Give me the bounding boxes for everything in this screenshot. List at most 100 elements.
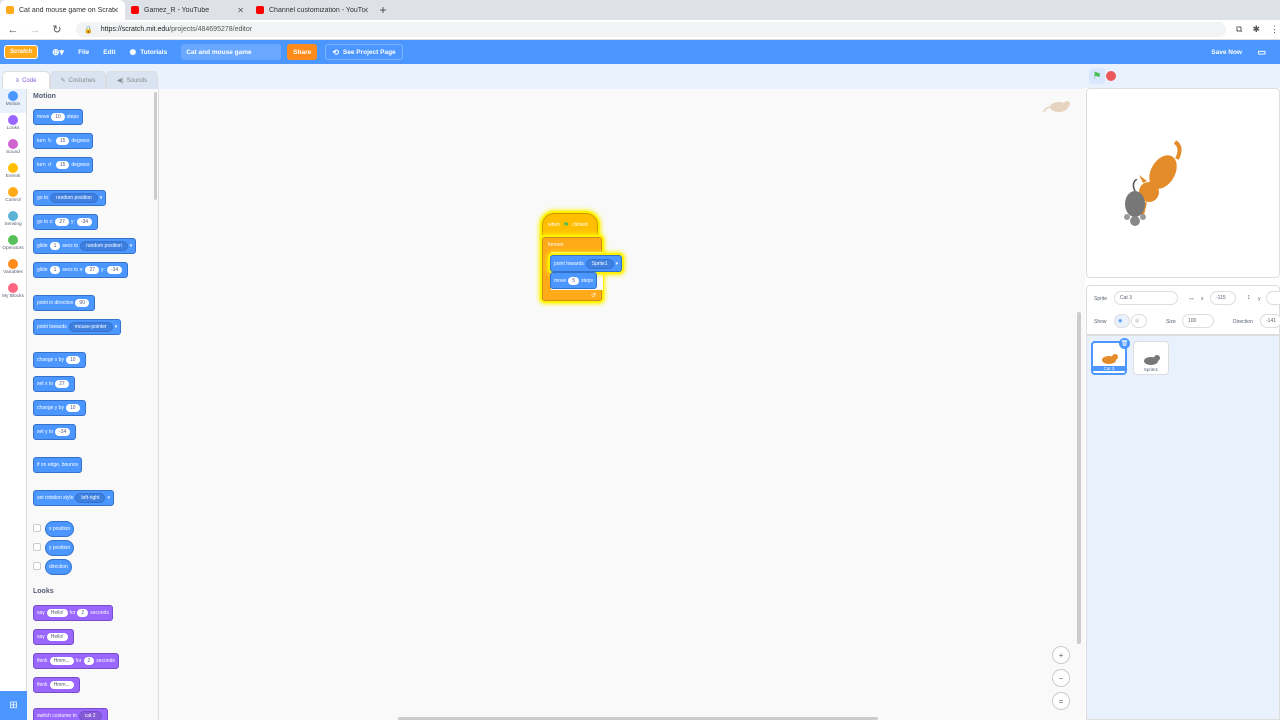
block-dropdown[interactable]: mouse-pointer — [68, 322, 113, 332]
reporter-x-position[interactable]: x position — [45, 521, 75, 537]
block-input[interactable]: 1 — [49, 266, 61, 274]
new-tab-button[interactable]: + — [375, 0, 391, 20]
file-menu[interactable]: File — [78, 49, 89, 56]
tab-code[interactable]: ≡ Code — [2, 71, 50, 89]
block-input[interactable]: Hello! — [46, 633, 68, 641]
block-input[interactable]: Hmm... — [49, 657, 74, 665]
block-input[interactable]: 2 — [77, 609, 89, 617]
extension-icon[interactable]: ⧉ — [1236, 24, 1242, 35]
show-hidden-button[interactable]: ◎ — [1131, 314, 1147, 328]
block-input[interactable]: 10 — [51, 113, 65, 121]
block-glide-xy[interactable]: glide 1 secs to x: 27 y: -34 — [33, 262, 129, 278]
see-project-page-button[interactable]: ⟲ See Project Page — [325, 44, 403, 60]
reporter-direction[interactable]: direction — [45, 559, 72, 575]
sprite-tile-sprite1[interactable]: Sprite1 — [1133, 341, 1169, 375]
block-bounce[interactable]: if on edge, bounce — [33, 457, 83, 473]
reporter-y-position[interactable]: y position — [45, 540, 75, 556]
block-input[interactable]: 1 — [49, 242, 61, 250]
category-events[interactable]: Events — [0, 161, 26, 185]
block-dropdown[interactable]: cat 2 — [78, 711, 102, 720]
direction-checkbox[interactable] — [33, 562, 41, 570]
add-extension-button[interactable]: ⊞ — [0, 691, 27, 720]
zoom-in-button[interactable]: + — [1052, 646, 1070, 664]
block-point-towards[interactable]: point towards mouse-pointer ▾ — [33, 319, 122, 335]
y-field[interactable] — [1266, 291, 1280, 305]
block-think[interactable]: think Hmm... — [33, 677, 80, 693]
close-icon[interactable]: ✕ — [362, 6, 369, 15]
block-set-y[interactable]: set y to -34 — [33, 424, 77, 440]
share-button[interactable]: Share — [287, 44, 318, 60]
palette-scrollbar[interactable] — [154, 92, 157, 200]
browser-tab-youtube-1[interactable]: Gamez_R - YouTube ✕ — [125, 0, 250, 20]
category-sound[interactable]: Sound — [0, 137, 26, 161]
block-input[interactable]: -34 — [106, 266, 123, 274]
forward-arrow-icon[interactable]: → — [26, 24, 44, 36]
block-point-direction[interactable]: point in direction 90 — [33, 295, 95, 311]
puzzle-icon[interactable]: ✱ — [1252, 24, 1260, 35]
block-rotation-style[interactable]: set rotation style left-right ▾ — [33, 490, 114, 506]
point-towards-block[interactable]: point towards Sprite1 ▾ — [550, 255, 623, 272]
back-arrow-icon[interactable]: ← — [4, 24, 22, 36]
block-goto[interactable]: go to random position ▾ — [33, 190, 107, 206]
zoom-reset-button[interactable]: = — [1052, 692, 1070, 710]
scratch-logo[interactable]: Scratch — [4, 45, 38, 59]
category-variables[interactable]: Variables — [0, 257, 26, 281]
block-input[interactable]: 15 — [55, 161, 70, 169]
x-field[interactable]: -115 — [1210, 291, 1236, 305]
category-looks[interactable]: Looks — [0, 113, 26, 137]
tutorials-menu[interactable]: ✺ Tutorials — [130, 48, 168, 57]
block-think-for[interactable]: think Hmm... for 2 seconds — [33, 653, 119, 669]
block-set-x[interactable]: set x to 27 — [33, 376, 75, 392]
block-change-x[interactable]: change x by 10 — [33, 352, 86, 368]
block-dropdown[interactable]: random position — [50, 193, 98, 203]
block-input[interactable]: Hello! — [46, 609, 68, 617]
workspace-vertical-scrollbar[interactable] — [1077, 312, 1081, 644]
kebab-menu-icon[interactable]: ⋮ — [1270, 24, 1279, 35]
direction-field[interactable]: -141 — [1260, 314, 1280, 328]
block-input[interactable]: 27 — [85, 266, 100, 274]
block-turn-left[interactable]: turn ↺ 15 degrees — [33, 157, 94, 173]
block-input[interactable]: 27 — [55, 380, 69, 388]
url-field[interactable]: 🔒 https://scratch.mit.edu/projects/48469… — [76, 22, 1226, 37]
block-input[interactable]: -34 — [55, 428, 71, 436]
when-flag-clicked-block[interactable]: when ⚑ clicked — [542, 213, 598, 237]
block-dropdown[interactable]: left-right — [75, 493, 106, 503]
category-control[interactable]: Control — [0, 185, 26, 209]
close-icon[interactable]: ✕ — [112, 6, 119, 15]
block-input[interactable]: 10 — [65, 404, 80, 412]
category-my-blocks[interactable]: My Blocks — [0, 281, 26, 305]
stage-canvas[interactable] — [1086, 88, 1280, 278]
block-input[interactable]: Hmm... — [49, 681, 74, 689]
category-motion[interactable]: Motion — [0, 89, 26, 113]
script-stack[interactable]: when ⚑ clicked forever ↺ point towards S… — [542, 213, 626, 301]
folder-icon[interactable]: ▭ — [1257, 47, 1266, 58]
block-goto-xy[interactable]: go to x: 27 y: -34 — [33, 214, 99, 230]
block-turn-right[interactable]: turn ↻ 15 degrees — [33, 133, 94, 149]
block-switch-costume[interactable]: switch costume to cat 2 — [33, 708, 108, 720]
block-change-y[interactable]: change y by 10 — [33, 400, 86, 416]
edit-menu[interactable]: Edit — [103, 49, 115, 56]
zoom-out-button[interactable]: − — [1052, 669, 1070, 687]
green-flag-button[interactable]: ⚑ — [1089, 68, 1105, 84]
block-input[interactable]: 2 — [83, 657, 95, 665]
code-workspace[interactable] — [159, 89, 1085, 720]
block-say-for[interactable]: say Hello! for 2 seconds — [33, 605, 113, 621]
browser-tab-scratch[interactable]: Cat and mouse game on Scratch ✕ — [0, 0, 125, 20]
block-move[interactable]: move 10 steps — [33, 109, 83, 125]
close-icon[interactable]: ✕ — [237, 6, 244, 15]
category-sensing[interactable]: Sensing — [0, 209, 26, 233]
y-position-checkbox[interactable] — [33, 543, 41, 551]
block-input[interactable]: 10 — [65, 356, 80, 364]
category-operators[interactable]: Operators — [0, 233, 26, 257]
x-position-checkbox[interactable] — [33, 524, 41, 532]
block-glide-to[interactable]: glide 1 secs to random position ▾ — [33, 238, 137, 254]
block-say[interactable]: say Hello! — [33, 629, 74, 645]
block-input[interactable]: 27 — [55, 218, 69, 226]
project-title-field[interactable]: Cat and mouse game — [181, 44, 282, 60]
size-field[interactable]: 100 — [1182, 314, 1214, 328]
tab-sounds[interactable]: ◀) Sounds — [106, 71, 158, 89]
reload-icon[interactable]: ↻ — [48, 23, 66, 36]
block-dropdown[interactable]: random position — [80, 241, 128, 251]
show-visible-button[interactable]: ◉ — [1114, 314, 1130, 328]
delete-sprite-button[interactable]: 🗑 — [1119, 338, 1130, 349]
